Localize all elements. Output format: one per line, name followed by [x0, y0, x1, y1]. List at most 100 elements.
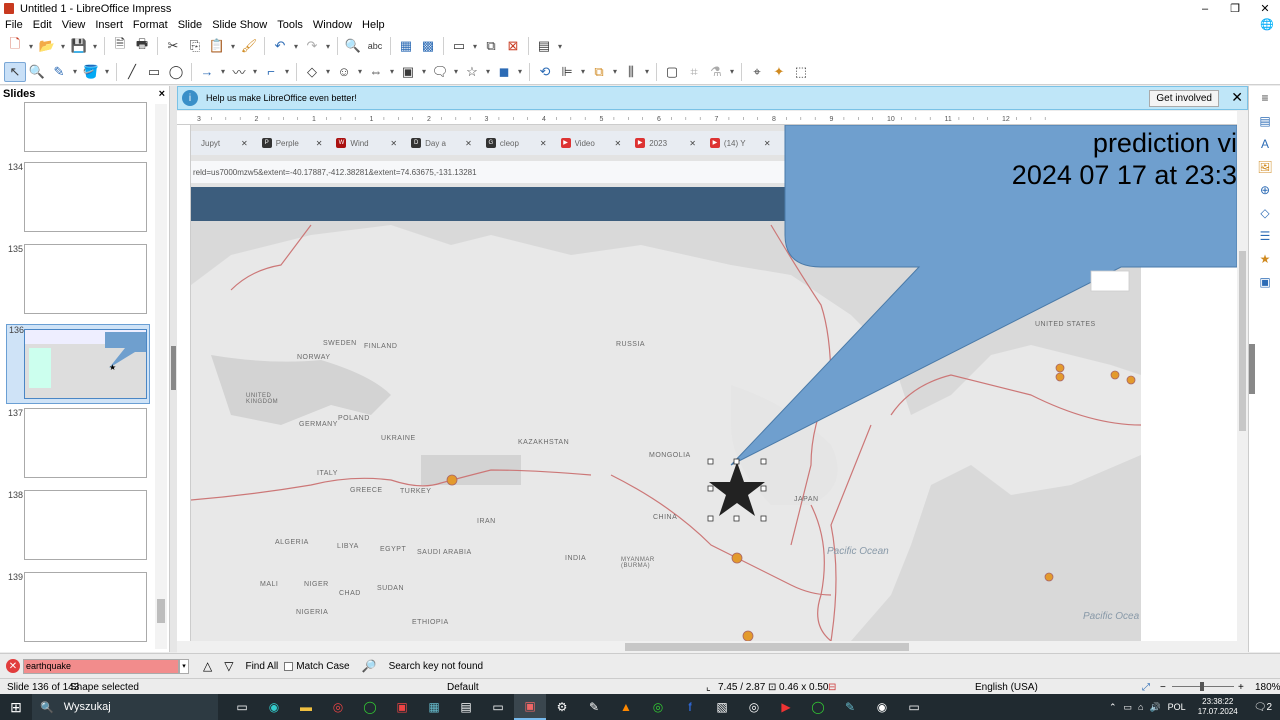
undo-dropdown-icon[interactable]: ▾ — [291, 36, 301, 56]
stars-dropdown-icon[interactable]: ▾ — [483, 62, 493, 82]
document-modified-icon[interactable]: ⊟ — [828, 682, 836, 693]
sidebar-grip[interactable] — [1249, 344, 1255, 394]
views-dropdown-icon[interactable]: ▾ — [470, 36, 480, 56]
calculator-icon[interactable]: ▤ — [450, 694, 482, 720]
info-bar-close-icon[interactable]: ✕ — [1231, 89, 1243, 106]
calc-icon[interactable]: ▦ — [418, 694, 450, 720]
menu-insert[interactable]: Insert — [90, 19, 128, 31]
shapes-dropdown-icon[interactable]: ▾ — [323, 62, 333, 82]
block-arrows-icon[interactable]: ⇔ — [365, 62, 387, 82]
select-arrow-icon[interactable]: ↖ — [4, 61, 26, 82]
delete-slide-icon[interactable]: ⊠ — [502, 36, 524, 56]
sidebar-menu-icon[interactable]: ≡ — [1249, 86, 1280, 109]
3d-objects-icon[interactable]: ◼ — [493, 62, 515, 82]
redo-icon[interactable]: ↷ — [301, 36, 323, 56]
line-tool-icon[interactable]: ╱ — [121, 62, 143, 82]
taskbar-search[interactable]: 🔍 Wyszukaj — [32, 694, 218, 720]
slides-scrollbar[interactable] — [155, 104, 167, 649]
cut-icon[interactable]: ✂ — [162, 36, 184, 56]
symbol-dropdown-icon[interactable]: ▾ — [355, 62, 365, 82]
pen-icon[interactable]: ✎ — [578, 694, 610, 720]
points-icon[interactable]: ⌖ — [746, 62, 768, 82]
callouts-dropdown-icon[interactable]: ▾ — [451, 62, 461, 82]
distribute-dropdown-icon[interactable]: ▾ — [642, 62, 652, 82]
export-pdf-icon[interactable]: 🗎 — [109, 36, 131, 56]
flowchart-dropdown-icon[interactable]: ▾ — [419, 62, 429, 82]
save-icon[interactable]: 💾 — [68, 36, 90, 56]
libreoffice-impress-taskbar-icon[interactable]: ▣ — [514, 694, 546, 720]
task-view-icon[interactable]: ▭ — [226, 694, 258, 720]
canvas-horizontal-scrollbar[interactable] — [177, 641, 1248, 653]
fill-color-dropdown-icon[interactable]: ▾ — [102, 62, 112, 82]
slide-thumbnail-135[interactable]: 135 — [0, 244, 160, 324]
fill-color-icon[interactable]: 🪣 — [80, 62, 102, 82]
close-window-button[interactable]: ✕ — [1250, 0, 1280, 17]
distribute-icon[interactable]: ⫼ — [620, 62, 642, 82]
find-input[interactable] — [23, 658, 179, 674]
shadow-icon[interactable]: ▢ — [661, 62, 683, 82]
whatsapp-icon[interactable]: ◎ — [642, 694, 674, 720]
menu-tools[interactable]: Tools — [272, 19, 308, 31]
lines-arrows-icon[interactable]: → — [196, 62, 218, 82]
spotify-icon[interactable]: ◯ — [354, 694, 386, 720]
monitor-icon[interactable]: ▭ — [898, 694, 930, 720]
line-color-dropdown-icon[interactable]: ▾ — [70, 62, 80, 82]
tray-chevron-icon[interactable]: ⌃ — [1109, 702, 1117, 713]
helplines-icon[interactable]: ▩ — [417, 36, 439, 56]
input-language[interactable]: POL — [1168, 702, 1186, 712]
zoom-out-icon[interactable]: − — [1160, 682, 1166, 693]
windows-start-icon[interactable]: ⊞ — [0, 699, 32, 716]
file-explorer-icon[interactable]: ▬ — [290, 694, 322, 720]
image-viewer-icon[interactable]: ▧ — [706, 694, 738, 720]
match-case-checkbox[interactable] — [284, 661, 294, 671]
menu-format[interactable]: Format — [128, 19, 173, 31]
globe-icon[interactable]: 🌐 — [1260, 18, 1274, 31]
navigator-icon[interactable]: ⊕ — [1249, 178, 1280, 201]
slides-panel-splitter[interactable] — [170, 86, 177, 652]
menu-help[interactable]: Help — [357, 19, 390, 31]
horizontal-ruler[interactable]: 3 2 1 1 2 3 4 5 6 7 8 9 10 11 12 — [177, 111, 1248, 125]
paste-icon[interactable]: 📋 — [206, 36, 228, 56]
clone-formatting-icon[interactable]: 🖌 — [238, 36, 260, 56]
zoom-in-icon[interactable]: + — [1238, 682, 1244, 693]
chrome-icon[interactable]: ◎ — [322, 694, 354, 720]
notes-icon[interactable]: ▭ — [482, 694, 514, 720]
menu-file[interactable]: File — [0, 19, 28, 31]
undo-icon[interactable]: ↶ — [269, 36, 291, 56]
align-icon[interactable]: ⊫ — [556, 62, 578, 82]
align-dropdown-icon[interactable]: ▾ — [578, 62, 588, 82]
menu-window[interactable]: Window — [308, 19, 357, 31]
chrome-alt-icon[interactable]: ◎ — [738, 694, 770, 720]
curves-dropdown-icon[interactable]: ▾ — [250, 62, 260, 82]
star-selection[interactable] — [191, 125, 1237, 641]
impress-red-icon[interactable]: ▣ — [386, 694, 418, 720]
slide-thumbnail-134[interactable]: 134 — [0, 162, 160, 242]
connectors-dropdown-icon[interactable]: ▾ — [282, 62, 292, 82]
arrange-icon[interactable]: ⧉ — [588, 62, 610, 82]
notifications-icon[interactable]: 🗨2 — [1254, 702, 1272, 713]
facebook-icon[interactable]: f — [674, 694, 706, 720]
basic-shapes-icon[interactable]: ◇ — [301, 62, 323, 82]
display-grid-icon[interactable]: ▦ — [395, 36, 417, 56]
vertical-ruler[interactable] — [177, 125, 191, 641]
open-folder-icon[interactable]: 📂 — [36, 36, 58, 56]
find-all-button[interactable]: Find All — [245, 661, 278, 672]
volume-icon[interactable]: 🔊 — [1149, 702, 1160, 713]
new-document-icon[interactable]: 🗋 — [4, 36, 26, 56]
menu-edit[interactable]: Edit — [28, 19, 57, 31]
toggle-extrusion-icon[interactable]: ⬚ — [790, 62, 812, 82]
redo-dropdown-icon[interactable]: ▾ — [323, 36, 333, 56]
green-circle-icon[interactable]: ◯ — [802, 694, 834, 720]
zoom-level[interactable]: 180% — [1255, 682, 1280, 693]
animation-icon[interactable]: ★ — [1249, 247, 1280, 270]
stars-icon[interactable]: ☆ — [461, 62, 483, 82]
find-previous-icon[interactable]: △ — [203, 659, 212, 673]
symbol-shapes-icon[interactable]: ☺ — [333, 62, 355, 82]
zoom-slider-thumb[interactable] — [1200, 682, 1204, 691]
tool-icon[interactable]: ⚙ — [546, 694, 578, 720]
filter-icon[interactable]: ⚗ — [705, 62, 727, 82]
slide-thumbnail-139[interactable]: 139 — [0, 572, 160, 652]
arrows-dropdown-icon[interactable]: ▾ — [387, 62, 397, 82]
flowchart-icon[interactable]: ▣ — [397, 62, 419, 82]
fit-slide-icon[interactable]: ⤢ — [1142, 682, 1150, 693]
